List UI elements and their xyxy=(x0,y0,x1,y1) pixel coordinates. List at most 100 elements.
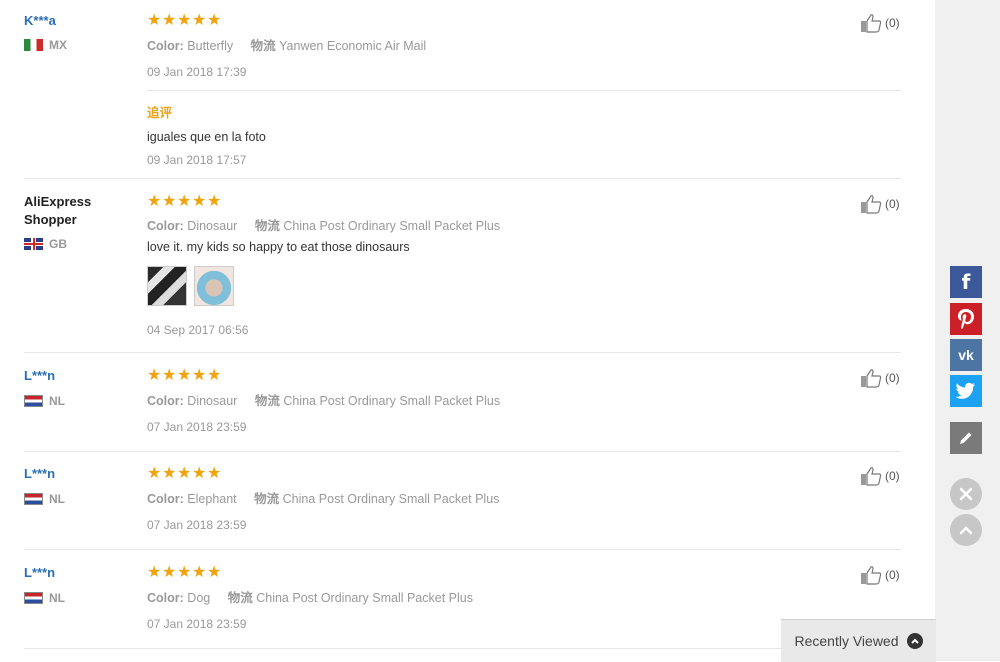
star-icon: ★ xyxy=(192,562,207,581)
star-icon: ★ xyxy=(192,365,207,384)
color-label: Color: xyxy=(147,492,184,506)
buyer-name[interactable]: L***n xyxy=(24,465,55,483)
order-info: Color: Dinosaur 物流 China Post Ordinary S… xyxy=(147,215,500,234)
close-share-button[interactable] xyxy=(950,478,982,510)
facebook-icon: f xyxy=(961,270,971,294)
recently-viewed-label: Recently Viewed xyxy=(794,633,899,649)
color-label: Color: xyxy=(147,591,184,605)
star-icon: ★ xyxy=(177,10,192,29)
star-icon: ★ xyxy=(207,191,222,210)
review-date: 07 Jan 2018 23:59 xyxy=(147,518,247,532)
star-icon: ★ xyxy=(162,365,177,384)
back-to-top-button[interactable] xyxy=(950,514,982,546)
recently-viewed-tab[interactable]: Recently Viewed xyxy=(781,619,936,662)
netherlands-flag-icon xyxy=(24,395,43,407)
color-value: Dog xyxy=(187,591,211,605)
color-value: Dinosaur xyxy=(187,394,238,408)
twitter-share-button[interactable] xyxy=(950,375,982,407)
star-icon: ★ xyxy=(177,365,192,384)
star-icon: ★ xyxy=(162,463,177,482)
star-rating: ★ ★ ★ ★ ★ xyxy=(147,365,222,384)
buyer-country: NL xyxy=(24,492,65,506)
followup-label: 追评 xyxy=(147,106,173,120)
close-icon xyxy=(959,487,973,501)
order-info: Color: Dinosaur 物流 China Post Ordinary S… xyxy=(147,390,500,409)
netherlands-flag-icon xyxy=(24,592,43,604)
thumbs-up-icon xyxy=(861,566,882,585)
star-icon: ★ xyxy=(207,10,222,29)
star-icon: ★ xyxy=(147,463,162,482)
thumbs-up-icon xyxy=(861,369,882,388)
buyer-country: NL xyxy=(24,394,65,408)
shipping-value: China Post Ordinary Small Packet Plus xyxy=(283,394,501,408)
color-value: Elephant xyxy=(187,492,237,506)
review-photo[interactable] xyxy=(147,266,187,306)
shipping-value: China Post Ordinary Small Packet Plus xyxy=(256,591,473,605)
buyer-country: NL xyxy=(24,591,65,605)
facebook-share-button[interactable]: f xyxy=(950,266,982,298)
star-icon: ★ xyxy=(192,10,207,29)
thumbs-up-icon xyxy=(861,14,882,33)
star-icon: ★ xyxy=(162,10,177,29)
helpful-button[interactable]: (0) xyxy=(860,13,900,33)
helpful-button[interactable]: (0) xyxy=(860,368,900,388)
star-icon: ★ xyxy=(177,191,192,210)
star-icon: ★ xyxy=(147,191,162,210)
pencil-icon xyxy=(960,432,972,444)
review-date: 07 Jan 2018 23:59 xyxy=(147,420,247,434)
buyer-name[interactable]: L***n xyxy=(24,367,55,385)
helpful-count: (0) xyxy=(885,469,900,483)
review-photo[interactable] xyxy=(194,266,234,306)
twitter-icon xyxy=(956,382,975,399)
shipping-value: Yanwen Economic Air Mail xyxy=(279,39,427,53)
followup-text: iguales que en la foto xyxy=(147,130,266,144)
helpful-count: (0) xyxy=(885,568,900,582)
chevron-up-icon xyxy=(959,526,973,535)
color-label: Color: xyxy=(147,219,184,233)
star-icon: ★ xyxy=(147,10,162,29)
followup-date: 09 Jan 2018 17:57 xyxy=(147,153,247,167)
color-value: Butterfly xyxy=(187,39,234,53)
divider xyxy=(24,352,901,353)
color-label: Color: xyxy=(147,39,184,53)
star-icon: ★ xyxy=(162,191,177,210)
review-date: 07 Jan 2018 23:59 xyxy=(147,617,247,631)
helpful-button[interactable]: (0) xyxy=(860,194,900,214)
shipping-label: 物流 xyxy=(254,492,280,506)
pinterest-share-button[interactable] xyxy=(950,303,982,335)
star-rating: ★ ★ ★ ★ ★ xyxy=(147,10,222,29)
star-icon: ★ xyxy=(207,562,222,581)
buyer-country: MX xyxy=(24,38,67,52)
vk-share-button[interactable]: vk xyxy=(950,339,982,371)
divider xyxy=(24,648,901,649)
netherlands-flag-icon xyxy=(24,493,43,505)
color-value: Dinosaur xyxy=(187,219,238,233)
star-icon: ★ xyxy=(207,365,222,384)
write-review-button[interactable] xyxy=(950,422,982,454)
star-icon: ★ xyxy=(192,191,207,210)
shipping-label: 物流 xyxy=(254,219,280,233)
buyer-name[interactable]: K***a xyxy=(24,12,56,30)
thumbs-up-icon xyxy=(861,467,882,486)
vk-icon: vk xyxy=(958,347,974,363)
reviews-list: K***a MX ★ ★ ★ ★ ★ Color: Butterfly 物流 Yanwe… xyxy=(0,0,935,661)
helpful-button[interactable]: (0) xyxy=(860,565,900,585)
buyer-name[interactable]: L***n xyxy=(24,564,55,582)
order-info: Color: Elephant 物流 China Post Ordinary S… xyxy=(147,488,499,507)
shipping-value: China Post Ordinary Small Packet Plus xyxy=(283,219,501,233)
star-icon: ★ xyxy=(177,463,192,482)
helpful-count: (0) xyxy=(885,16,900,30)
helpful-count: (0) xyxy=(885,371,900,385)
star-icon: ★ xyxy=(207,463,222,482)
star-icon: ★ xyxy=(177,562,192,581)
star-icon: ★ xyxy=(147,365,162,384)
country-code: MX xyxy=(49,38,67,52)
shipping-label: 物流 xyxy=(227,591,253,605)
buyer-name: AliExpress Shopper xyxy=(24,194,92,227)
star-icon: ★ xyxy=(192,463,207,482)
buyer-country: GB xyxy=(24,237,67,251)
shipping-label: 物流 xyxy=(254,394,280,408)
uk-flag-icon xyxy=(24,238,43,250)
country-code: GB xyxy=(49,237,67,251)
helpful-button[interactable]: (0) xyxy=(860,466,900,486)
